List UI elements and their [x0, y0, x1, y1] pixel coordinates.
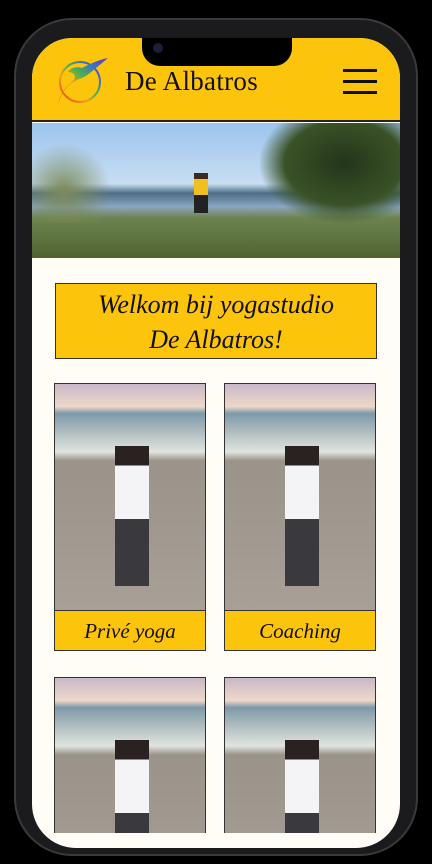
notch [142, 38, 292, 66]
hero-image [32, 123, 400, 258]
card-label: Privé yoga [84, 619, 176, 643]
card-image [55, 384, 205, 611]
welcome-line2: De Albatros! [149, 325, 283, 354]
screen: De Albatros Welkom bij yogastudio De Alb… [32, 38, 400, 848]
camera [153, 43, 163, 53]
card[interactable] [54, 677, 206, 833]
card-image [225, 678, 375, 833]
card-label: Coaching [259, 619, 341, 643]
hamburger-menu-icon[interactable] [343, 69, 377, 95]
card-prive-yoga[interactable]: Privé yoga [54, 383, 206, 651]
site-title[interactable]: De Albatros [125, 66, 258, 97]
card-image [225, 384, 375, 611]
card[interactable] [224, 677, 376, 833]
welcome-line1: Welkom bij yogastudio [98, 290, 334, 319]
card-coaching[interactable]: Coaching [224, 383, 376, 651]
card-image [55, 678, 205, 833]
welcome-banner: Welkom bij yogastudio De Albatros! [55, 283, 377, 359]
albatross-logo-icon[interactable] [52, 52, 108, 108]
